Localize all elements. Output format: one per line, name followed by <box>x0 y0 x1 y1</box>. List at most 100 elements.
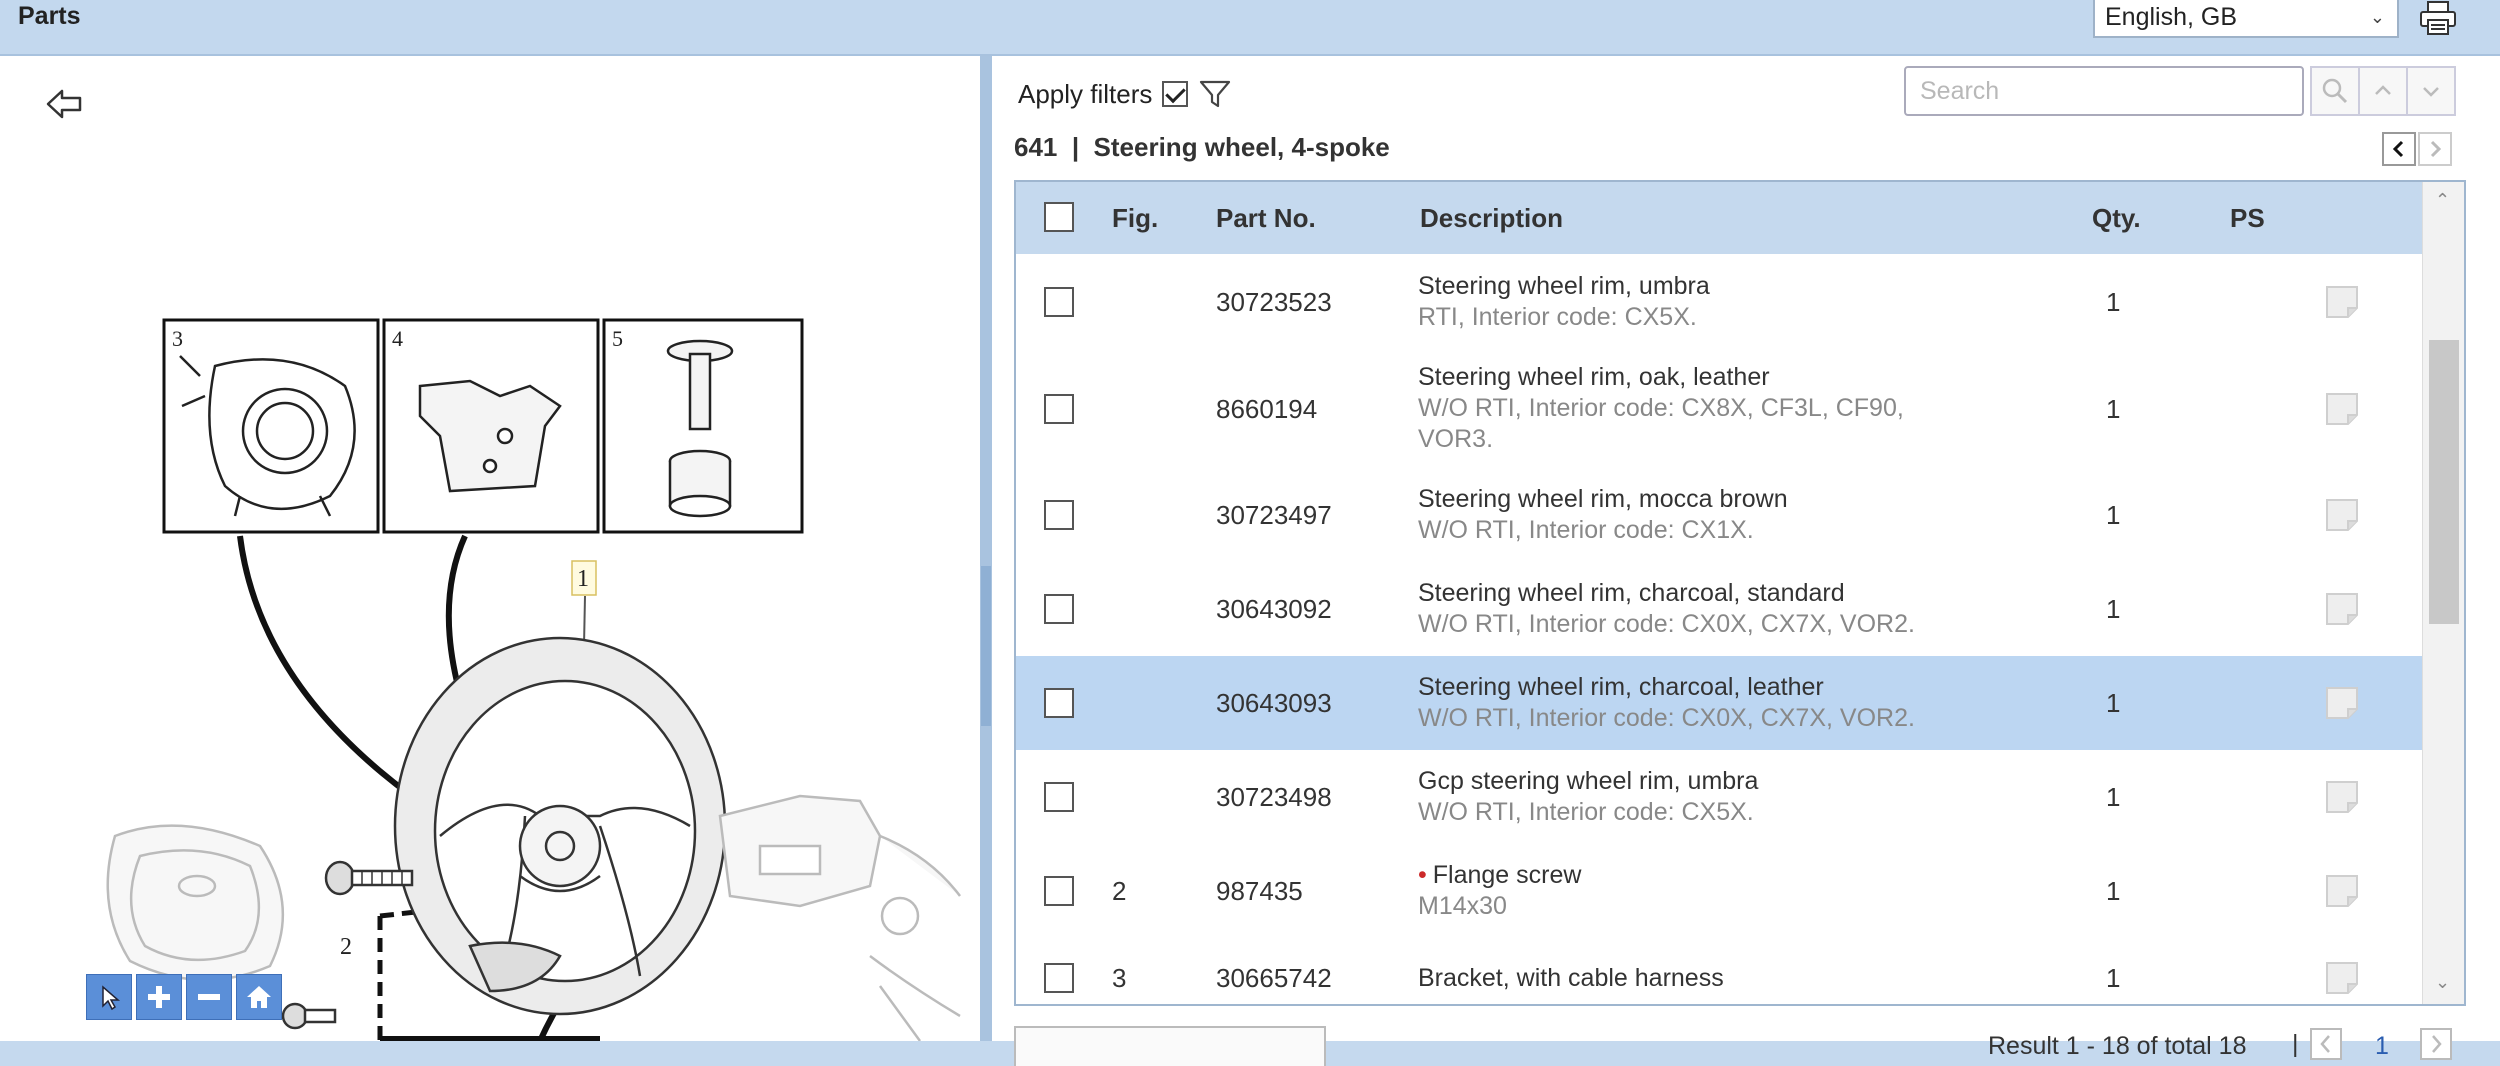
row-part-number[interactable]: 30665742 <box>1216 963 1332 994</box>
exploded-parts-diagram[interactable]: 3 4 5 1 2 <box>0 56 980 1041</box>
page-title: Parts <box>18 2 81 30</box>
scrollbar-thumb[interactable] <box>2429 340 2459 624</box>
row-checkbox[interactable] <box>1044 286 1074 317</box>
chevron-down-icon <box>2423 87 2439 97</box>
callout-5: 5 <box>612 326 623 351</box>
search-button[interactable] <box>2310 66 2360 116</box>
row-part-number[interactable]: 987435 <box>1216 876 1303 907</box>
row-checkbox[interactable] <box>1044 782 1074 812</box>
pane-splitter[interactable] <box>980 56 992 1041</box>
row-description-main: Bracket, with cable harness <box>1418 963 1724 992</box>
row-description-main: Steering wheel rim, charcoal, leather <box>1418 673 1824 701</box>
callout-2: 2 <box>340 934 352 960</box>
row-part-number[interactable]: 30723523 <box>1216 287 1332 318</box>
row-fig: 3 <box>1112 963 1127 993</box>
select-all-checkbox[interactable] <box>1044 202 1074 232</box>
row-checkbox[interactable] <box>1044 393 1074 424</box>
next-page-button[interactable] <box>2420 1028 2452 1060</box>
table-scrollbar[interactable]: ⌃ ⌄ <box>2422 182 2464 1004</box>
parts-table: Fig. Part No. Description Qty. PS 307235… <box>1014 180 2466 1006</box>
column-part-no[interactable]: Part No. <box>1216 182 1316 254</box>
apply-filters-label: Apply filters <box>1018 78 1153 109</box>
prev-page-button[interactable] <box>2310 1028 2342 1060</box>
table-row[interactable]: 8660194 Steering wheel rim, oak, leather W… <box>1016 349 2422 469</box>
row-part-number[interactable]: 30643092 <box>1216 594 1332 625</box>
zoom-out-button[interactable] <box>186 974 232 1020</box>
row-description: Steering wheel rim, mocca brown W/O RTI, … <box>1418 484 1978 546</box>
search-next-button[interactable] <box>2406 66 2456 116</box>
zoom-reset-button[interactable] <box>236 974 282 1020</box>
row-checkbox[interactable] <box>1044 500 1074 530</box>
scroll-up-icon[interactable]: ⌃ <box>2435 190 2450 211</box>
filter-icon[interactable] <box>1198 78 1232 110</box>
footer-tab[interactable] <box>1014 1026 1326 1066</box>
row-checkbox[interactable] <box>1044 963 1074 993</box>
column-ps[interactable]: PS <box>2230 182 2265 254</box>
table-row[interactable]: 30723523 Steering wheel rim, umbra RTI, In… <box>1016 254 2422 350</box>
callout-4: 4 <box>392 326 403 351</box>
print-icon[interactable] <box>2418 0 2458 36</box>
row-quantity: 1 <box>2106 876 2121 906</box>
row-part-number[interactable]: 30643093 <box>1216 688 1332 719</box>
table-row[interactable]: 3 30665742 Bracket, with cable harness 1 <box>1016 938 2422 1004</box>
column-qty[interactable]: Qty. <box>2092 182 2141 254</box>
table-row[interactable]: 30723497 Steering wheel rim, mocca brown W… <box>1016 468 2422 563</box>
bullet-icon: • <box>1418 861 1427 889</box>
row-part-number[interactable]: 30723497 <box>1216 500 1332 531</box>
parts-list-pane: Apply filters 641 | Steering wheel, 4-sp… <box>992 56 2500 1066</box>
next-section-button[interactable] <box>2418 132 2452 166</box>
chevron-right-icon <box>2430 140 2442 158</box>
scroll-down-icon[interactable]: ⌄ <box>2435 972 2450 993</box>
row-checkbox[interactable] <box>1044 876 1074 906</box>
row-description-detail: RTI, Interior code: CX5X. <box>1418 302 1697 331</box>
prev-section-button[interactable] <box>2382 132 2416 166</box>
search-input[interactable] <box>1904 66 2304 116</box>
row-description-detail: W/O RTI, Interior code: CX5X. <box>1418 798 1754 826</box>
back-arrow-icon[interactable] <box>44 86 86 122</box>
row-quantity: 1 <box>2106 500 2121 530</box>
table-row[interactable]: 30643092 Steering wheel rim, charcoal, st… <box>1016 562 2422 657</box>
table-header: Fig. Part No. Description Qty. PS <box>1016 182 2422 254</box>
apply-filters-checkbox[interactable] <box>1162 81 1189 107</box>
diagram-toolbar <box>86 974 282 1020</box>
zoom-in-button[interactable] <box>136 974 182 1020</box>
splitter-grip[interactable] <box>981 566 991 726</box>
note-icon[interactable] <box>2324 960 2360 996</box>
row-part-number[interactable]: 30723498 <box>1216 782 1332 813</box>
note-icon[interactable] <box>2324 497 2360 533</box>
row-description: Bracket, with cable harness <box>1418 963 1978 994</box>
row-description-main: Steering wheel rim, charcoal, standard <box>1418 579 1845 607</box>
table-row[interactable]: 30723498 Gcp steering wheel rim, umbra W/O… <box>1016 750 2422 845</box>
column-fig[interactable]: Fig. <box>1112 182 1158 254</box>
chevron-left-icon <box>2392 140 2404 158</box>
note-icon[interactable] <box>2324 873 2360 909</box>
row-description: • Flange screw M14x30 <box>1418 860 1978 922</box>
column-description[interactable]: Description <box>1420 182 1563 254</box>
note-icon[interactable] <box>2324 779 2360 815</box>
app-header: Parts English, GB ⌄ <box>0 0 2500 56</box>
search-icon <box>2322 78 2348 104</box>
search-prev-button[interactable] <box>2358 66 2408 116</box>
note-icon[interactable] <box>2324 284 2360 320</box>
current-page[interactable]: 1 <box>2375 1032 2389 1061</box>
note-icon[interactable] <box>2324 591 2360 627</box>
row-quantity: 1 <box>2106 688 2121 718</box>
row-part-number[interactable]: 8660194 <box>1216 394 1317 425</box>
row-description-main: Steering wheel rim, mocca brown <box>1418 485 1788 513</box>
note-icon[interactable] <box>2324 391 2360 427</box>
row-description: Gcp steering wheel rim, umbra W/O RTI, In… <box>1418 766 1978 828</box>
row-fig: 2 <box>1112 876 1127 906</box>
pointer-tool-button[interactable] <box>86 974 132 1020</box>
chevron-up-icon <box>2375 85 2391 95</box>
table-row[interactable]: 2 987435 • Flange screw M14x30 1 <box>1016 844 2422 939</box>
row-checkbox[interactable] <box>1044 594 1074 624</box>
chevron-down-icon: ⌄ <box>2369 7 2385 27</box>
row-description: Steering wheel rim, umbra RTI, Interior c… <box>1418 271 1978 333</box>
note-icon[interactable] <box>2324 685 2360 721</box>
row-quantity: 1 <box>2106 286 2121 317</box>
row-description-main: Gcp steering wheel rim, umbra <box>1418 767 1759 795</box>
row-description: Steering wheel rim, charcoal, standard W/… <box>1418 578 1978 640</box>
table-row[interactable]: 30643093 Steering wheel rim, charcoal, le… <box>1016 656 2422 751</box>
row-checkbox[interactable] <box>1044 688 1074 718</box>
language-select[interactable]: English, GB ⌄ <box>2093 0 2399 38</box>
